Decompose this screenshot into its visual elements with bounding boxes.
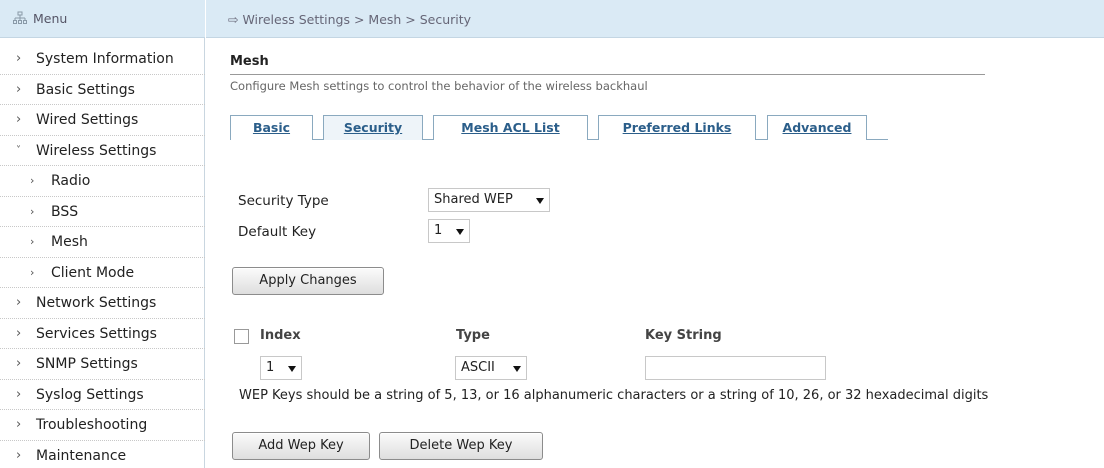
chevron-right-icon: › (30, 174, 35, 187)
sidebar-item-basic-settings[interactable]: › Basic Settings (0, 75, 205, 105)
header-bar: ⇨ Wireless Settings > Mesh > Security (206, 0, 1104, 38)
chevron-right-icon: › (16, 325, 22, 341)
chevron-right-icon: › (16, 356, 22, 371)
key-type-select[interactable]: ASCII (455, 356, 527, 380)
tab-bar: Basic Security Mesh ACL List Preferred L… (230, 115, 888, 140)
sidebar-item-syslog-settings[interactable]: › Syslog Settings (0, 380, 205, 410)
dropdown-arrow-icon (536, 198, 544, 204)
sidebar-item-troubleshooting[interactable]: › Troubleshooting (0, 410, 205, 441)
sidebar-item-label: Network Settings (36, 295, 157, 311)
sidebar-item-label: Services Settings (36, 325, 157, 342)
tab-mesh-acl-list[interactable]: Mesh ACL List (433, 115, 588, 140)
page-title: Mesh (230, 54, 269, 69)
default-key-select[interactable]: 1 (428, 219, 470, 243)
chevron-right-icon: › (16, 447, 22, 463)
key-string-input[interactable] (645, 356, 826, 380)
sidebar-item-label: System Information (36, 51, 174, 67)
sidebar-item-label: Syslog Settings (36, 386, 144, 403)
page-description: Configure Mesh settings to control the b… (230, 79, 648, 93)
sidebar-item-label: Wired Settings (36, 112, 139, 128)
select-all-checkbox[interactable] (234, 329, 249, 344)
tab-advanced[interactable]: Advanced (767, 115, 867, 140)
chevron-right-icon: › (30, 265, 35, 279)
sidebar-item-label: Wireless Settings (36, 142, 157, 159)
sidebar-item-label: BSS (51, 203, 79, 220)
key-index-value: 1 (266, 360, 275, 375)
sitemap-icon (13, 11, 27, 24)
column-header-type: Type (456, 328, 490, 343)
chevron-right-icon: › (30, 204, 35, 218)
sidebar-item-label: Maintenance (36, 447, 127, 464)
breadcrumb: ⇨ Wireless Settings > Mesh > Security (228, 12, 472, 27)
chevron-right-icon: › (16, 386, 22, 402)
column-header-key-string: Key String (645, 328, 722, 343)
chevron-down-icon: ˅ (16, 144, 21, 156)
chevron-right-icon: › (16, 295, 22, 310)
menu-title: Menu (33, 11, 68, 26)
apply-changes-button[interactable]: Apply Changes (232, 267, 384, 295)
divider (230, 74, 985, 75)
column-header-index: Index (260, 328, 301, 343)
sidebar-item-mesh[interactable]: › Mesh (0, 227, 205, 258)
tab-basic[interactable]: Basic (230, 115, 313, 140)
dropdown-arrow-icon (288, 366, 296, 372)
sidebar-item-bss[interactable]: › BSS (0, 197, 205, 227)
sidebar-item-wired-settings[interactable]: › Wired Settings (0, 105, 205, 136)
chevron-right-icon: › (16, 112, 22, 127)
sidebar-item-client-mode[interactable]: › Client Mode (0, 258, 205, 288)
sidebar-item-label: Troubleshooting (36, 417, 148, 433)
wep-key-hint: WEP Keys should be a string of 5, 13, or… (239, 388, 989, 403)
sidebar-item-services-settings[interactable]: › Services Settings (0, 319, 205, 349)
sidebar-item-snmp-settings[interactable]: › SNMP Settings (0, 349, 205, 380)
delete-wep-key-button[interactable]: Delete Wep Key (379, 432, 543, 460)
sidebar-nav: › System Information › Basic Settings › Wir… (0, 44, 205, 468)
security-type-value: Shared WEP (434, 192, 513, 207)
dropdown-arrow-icon (456, 229, 464, 235)
dropdown-arrow-icon (513, 366, 521, 372)
key-type-value: ASCII (461, 360, 495, 375)
tab-preferred-links[interactable]: Preferred Links (598, 115, 756, 140)
default-key-value: 1 (434, 223, 443, 238)
chevron-right-icon: › (16, 81, 22, 97)
sidebar: Menu › System Information › Basic Settings… (0, 0, 205, 468)
sidebar-item-network-settings[interactable]: › Network Settings (0, 288, 205, 319)
add-wep-key-button[interactable]: Add Wep Key (232, 432, 370, 460)
sidebar-item-wireless-settings[interactable]: ˅ Wireless Settings (0, 136, 205, 166)
menu-header: Menu (0, 0, 205, 38)
chevron-right-icon: › (16, 51, 22, 66)
chevron-right-icon: › (30, 235, 35, 248)
security-type-select[interactable]: Shared WEP (428, 188, 550, 212)
sidebar-item-label: Client Mode (51, 264, 135, 281)
chevron-right-icon: › (16, 417, 22, 432)
sidebar-item-radio[interactable]: › Radio (0, 166, 205, 197)
key-index-select[interactable]: 1 (260, 356, 302, 380)
tab-security[interactable]: Security (323, 115, 423, 140)
sidebar-item-label: Radio (51, 173, 91, 189)
sidebar-item-label: SNMP Settings (36, 356, 138, 372)
security-type-label: Security Type (238, 193, 329, 209)
sidebar-item-label: Mesh (51, 234, 88, 250)
sidebar-item-maintenance[interactable]: › Maintenance (0, 441, 205, 468)
sidebar-item-label: Basic Settings (36, 81, 135, 98)
sidebar-item-system-information[interactable]: › System Information (0, 44, 205, 75)
default-key-label: Default Key (238, 224, 317, 240)
